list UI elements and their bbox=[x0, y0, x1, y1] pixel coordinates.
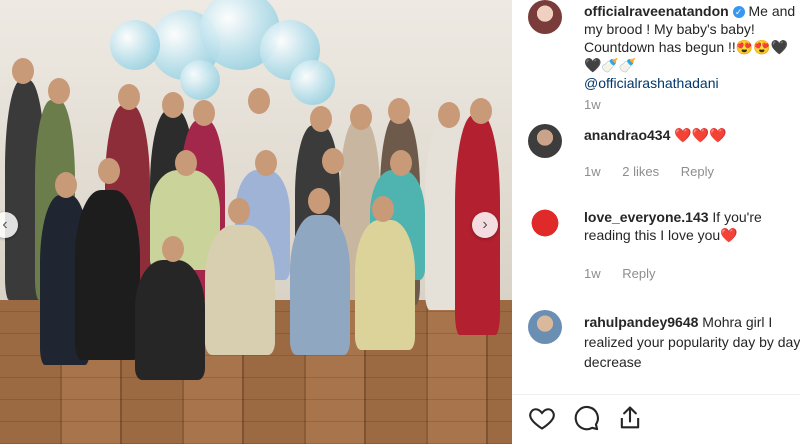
next-photo-button[interactable]: › bbox=[472, 212, 498, 238]
person-figure bbox=[75, 190, 140, 360]
comment-emoji: ❤️ bbox=[720, 227, 738, 243]
comment-username[interactable]: love_everyone.143 bbox=[584, 209, 709, 225]
like-button[interactable] bbox=[528, 404, 556, 432]
comment-button[interactable] bbox=[572, 404, 600, 432]
comment-likes[interactable]: 2 likes bbox=[622, 164, 659, 179]
verified-badge-icon: ✓ bbox=[732, 6, 745, 19]
chevron-left-icon: ‹ bbox=[2, 216, 8, 233]
person-head bbox=[470, 98, 492, 124]
comment-age[interactable]: 1w bbox=[584, 266, 601, 281]
comment-age[interactable]: 1w bbox=[584, 164, 601, 179]
chevron-right-icon: › bbox=[482, 216, 488, 233]
comment-meta: 1w 2 likes Reply bbox=[584, 164, 732, 179]
share-button[interactable] bbox=[616, 404, 644, 432]
person-head bbox=[255, 150, 277, 176]
divider bbox=[512, 394, 800, 395]
person-figure bbox=[135, 260, 205, 380]
person-figure bbox=[355, 220, 415, 350]
caption-meta: 1w bbox=[584, 97, 619, 112]
person-head bbox=[162, 92, 184, 118]
avatar[interactable] bbox=[528, 0, 562, 34]
person-head bbox=[162, 236, 184, 262]
comment-username[interactable]: anandrao434 bbox=[584, 127, 670, 143]
balloon-decoration bbox=[110, 20, 160, 70]
comment-text: anandrao434 ❤️❤️❤️ bbox=[584, 126, 800, 144]
share-upload-icon bbox=[620, 406, 640, 429]
balloon-decoration bbox=[180, 60, 220, 100]
person-head bbox=[48, 78, 70, 104]
comment-body: ❤️❤️❤️ bbox=[670, 127, 727, 143]
person-head bbox=[350, 104, 372, 130]
person-head bbox=[390, 150, 412, 176]
heart-outline-icon bbox=[529, 408, 555, 430]
person-head bbox=[175, 150, 197, 176]
comment-text: rahulpandey9648 Mohra girl I realized yo… bbox=[584, 312, 800, 372]
post-photo[interactable]: ‹ › bbox=[0, 0, 512, 444]
person-head bbox=[12, 58, 34, 84]
caption-mention[interactable]: @officialrashathadani bbox=[584, 75, 719, 91]
person-head bbox=[438, 102, 460, 128]
caption-username[interactable]: officialraveenatandon bbox=[584, 3, 729, 19]
person-head bbox=[98, 158, 120, 184]
avatar[interactable] bbox=[528, 124, 562, 158]
person-head bbox=[388, 98, 410, 124]
reply-button[interactable]: Reply bbox=[622, 266, 655, 281]
person-figure bbox=[290, 215, 350, 355]
action-bar bbox=[528, 404, 788, 434]
person-figure bbox=[205, 225, 275, 355]
instagram-post: ‹ › officialraveenatandon ✓ Me and my br… bbox=[0, 0, 800, 444]
person-head bbox=[118, 84, 140, 110]
caption-age[interactable]: 1w bbox=[584, 97, 601, 112]
person-head bbox=[322, 148, 344, 174]
person-head bbox=[372, 196, 394, 222]
person-head bbox=[193, 100, 215, 126]
person-head bbox=[308, 188, 330, 214]
comment-text: love_everyone.143 If you're reading this… bbox=[584, 208, 800, 244]
avatar[interactable] bbox=[528, 206, 562, 240]
comments-panel: officialraveenatandon ✓ Me and my brood … bbox=[512, 0, 800, 444]
person-head bbox=[310, 106, 332, 132]
comment-username[interactable]: rahulpandey9648 bbox=[584, 314, 698, 330]
person-head bbox=[228, 198, 250, 224]
reply-button[interactable]: Reply bbox=[681, 164, 714, 179]
person-head bbox=[55, 172, 77, 198]
comment-meta: 1w Reply bbox=[584, 266, 674, 281]
avatar[interactable] bbox=[528, 310, 562, 344]
caption-text: officialraveenatandon ✓ Me and my brood … bbox=[584, 2, 800, 92]
comment-bubble-icon bbox=[574, 405, 599, 431]
person-head bbox=[248, 88, 270, 114]
balloon-decoration bbox=[290, 60, 335, 105]
